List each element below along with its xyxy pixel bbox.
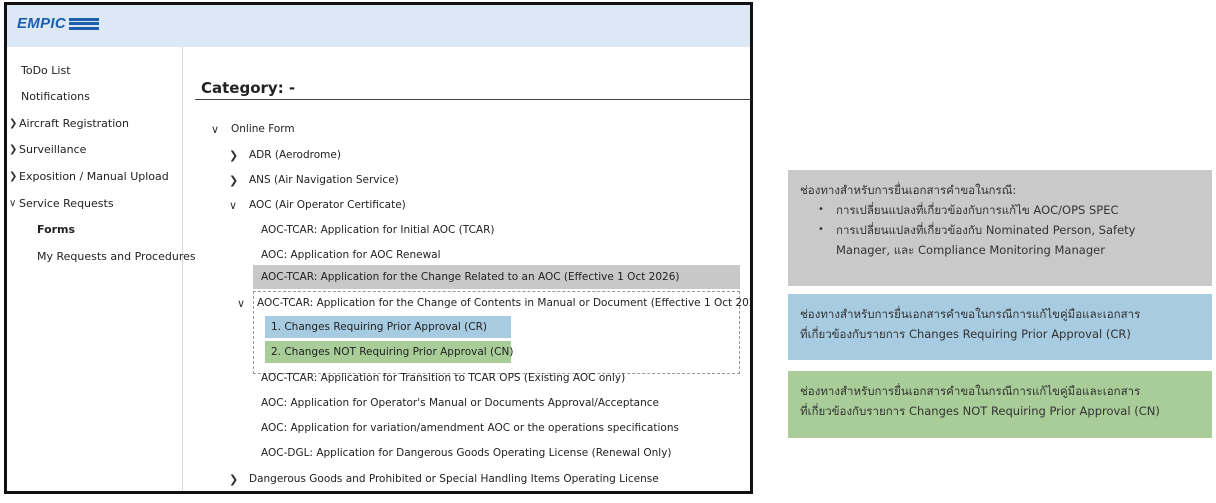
form-link-dgl-renewal[interactable]: AOC-DGL: Application for Dangerous Goods… [261,442,672,464]
chevron-right-icon: ❯ [9,118,18,129]
sidebar-item-todo-list[interactable]: ToDo List [21,64,71,77]
page-title: Category: - [201,79,296,97]
note-bullet-text: การเปลี่ยนแปลงที่เกี่ยวข้องกับการแก้ไข A… [836,203,1119,217]
tree-node-online-form[interactable]: ∨ Online Form [211,118,295,140]
tree-node-label: Online Form [231,123,295,135]
chevron-right-icon: ❯ [9,171,18,182]
note-line: ช่องทางสำหรับการยื่นเอกสารคำขอในกรณีการแ… [800,307,1141,321]
tree-node-label: AOC: Application for AOC Renewal [261,249,441,261]
bullet-icon: • [818,204,824,215]
tree-node-label: AOC: Application for variation/amendment… [261,422,679,434]
sidebar-item-exposition-manual-upload[interactable]: ❯ Exposition / Manual Upload [9,170,169,183]
sidebar-item-label: Exposition / Manual Upload [19,170,169,183]
chevron-down-icon: ∨ [237,296,246,310]
note-heading: ช่องทางสำหรับการยื่นเอกสารคำขอในกรณี: [800,183,1017,197]
chevron-right-icon: ❯ [229,173,239,187]
note-bullet-line: การเปลี่ยนแปลงที่เกี่ยวข้องกับ Nominated… [836,223,1136,237]
form-link-cr[interactable]: 1. Changes Requiring Prior Approval (CR) [271,316,487,338]
bullet-icon: • [818,224,824,235]
tree-node-change-contents-manual[interactable]: ∨ AOC-TCAR: Application for the Change o… [237,292,753,314]
note-blue: ช่องทางสำหรับการยื่นเอกสารคำขอในกรณีการแ… [788,294,1212,360]
sidebar-item-forms[interactable]: Forms [37,223,75,236]
tree-node-label: Dangerous Goods and Prohibited or Specia… [249,473,659,485]
note-bullet: • การเปลี่ยนแปลงที่เกี่ยวข้องกับ Nominat… [800,220,1200,260]
note-bullet-line: Manager, และ Compliance Monitoring Manag… [836,243,1105,257]
tree-node-label: AOC: Application for Operator's Manual o… [261,397,659,409]
logo-text: EMPIC [17,15,67,32]
sidebar-item-surveillance[interactable]: ❯ Surveillance [9,143,86,156]
form-link-operators-manual[interactable]: AOC: Application for Operator's Manual o… [261,392,659,414]
sidebar-item-label: Forms [37,223,76,236]
sidebar-item-label: My Requests and Procedures [37,250,196,263]
tree-node-label: ADR (Aerodrome) [249,149,341,161]
tree-node-aoc[interactable]: ∨ AOC (Air Operator Certificate) [229,194,406,216]
form-link-aoc-renewal[interactable]: AOC: Application for AOC Renewal [261,244,441,266]
sidebar-item-label: Service Requests [19,197,114,210]
sidebar-item-label: Surveillance [19,143,87,156]
top-bar: EMPIC [7,5,750,47]
tree-node-label: AOC-DGL: Application for Dangerous Goods… [261,447,672,459]
note-bullet-text: การเปลี่ยนแปลงที่เกี่ยวข้องกับ Nominated… [836,220,1135,260]
note-gray: ช่องทางสำหรับการยื่นเอกสารคำขอในกรณี: • … [788,170,1212,286]
sidebar-item-label: Notifications [21,90,90,103]
tree-node-label: AOC-TCAR: Application for Initial AOC (T… [261,224,495,236]
sidebar-item-my-requests[interactable]: My Requests and Procedures [37,250,196,263]
tree-node-label: AOC-TCAR: Application for the Change of … [257,297,753,309]
form-link-variation-aoc[interactable]: AOC: Application for variation/amendment… [261,417,679,439]
form-link-initial-aoc[interactable]: AOC-TCAR: Application for Initial AOC (T… [261,219,495,241]
sidebar-item-service-requests[interactable]: ∨ Service Requests [9,197,114,210]
sidebar: ToDo List Notifications ❯ Aircraft Regis… [7,47,196,491]
tree-node-label: ANS (Air Navigation Service) [249,174,399,186]
note-line: ที่เกี่ยวข้องกับรายการ Changes NOT Requi… [800,404,1160,418]
tree-node-label: AOC (Air Operator Certificate) [249,199,406,211]
note-line: ช่องทางสำหรับการยื่นเอกสารคำขอในกรณีการแ… [800,384,1141,398]
sidebar-item-aircraft-registration[interactable]: ❯ Aircraft Registration [9,117,129,130]
tree-node-ans[interactable]: ❯ ANS (Air Navigation Service) [229,169,399,191]
note-green: ช่องทางสำหรับการยื่นเอกสารคำขอในกรณีการแ… [788,371,1212,438]
main-panel: Category: - ∨ Online Form ❯ ADR (Aerodro… [183,47,750,491]
empic-logo[interactable]: EMPIC [17,15,100,32]
note-bullet: • การเปลี่ยนแปลงที่เกี่ยวข้องกับการแก้ไข… [800,200,1200,220]
logo-bars-icon [69,17,100,30]
title-divider [195,99,750,100]
tree-node-label: AOC-TCAR: Application for Transition to … [261,372,626,384]
form-link-transition-tcar[interactable]: AOC-TCAR: Application for Transition to … [261,367,625,389]
tree-node-label: 2. Changes NOT Requiring Prior Approval … [271,346,514,358]
sidebar-item-label: ToDo List [21,64,71,77]
tree-node-adr[interactable]: ❯ ADR (Aerodrome) [229,144,341,166]
chevron-down-icon: ∨ [229,198,238,212]
chevron-right-icon: ❯ [229,148,239,162]
sidebar-item-label: Aircraft Registration [19,117,129,130]
tree-node-label: 1. Changes Requiring Prior Approval (CR) [271,321,487,333]
chevron-right-icon: ❯ [229,472,239,486]
sidebar-item-notifications[interactable]: Notifications [21,90,90,103]
tree-node-label: AOC-TCAR: Application for the Change Rel… [261,271,680,283]
form-link-change-related-aoc[interactable]: AOC-TCAR: Application for the Change Rel… [261,266,680,288]
empic-window: EMPIC ToDo List Notifications ❯ Aircraft… [4,2,753,494]
chevron-right-icon: ❯ [9,144,18,155]
chevron-down-icon: ∨ [211,122,220,136]
note-line: ที่เกี่ยวข้องกับรายการ Changes Requiring… [800,327,1131,341]
chevron-down-icon: ∨ [9,198,17,209]
tree-node-dangerous-goods[interactable]: ❯ Dangerous Goods and Prohibited or Spec… [229,468,659,490]
form-link-cn[interactable]: 2. Changes NOT Requiring Prior Approval … [271,341,513,363]
